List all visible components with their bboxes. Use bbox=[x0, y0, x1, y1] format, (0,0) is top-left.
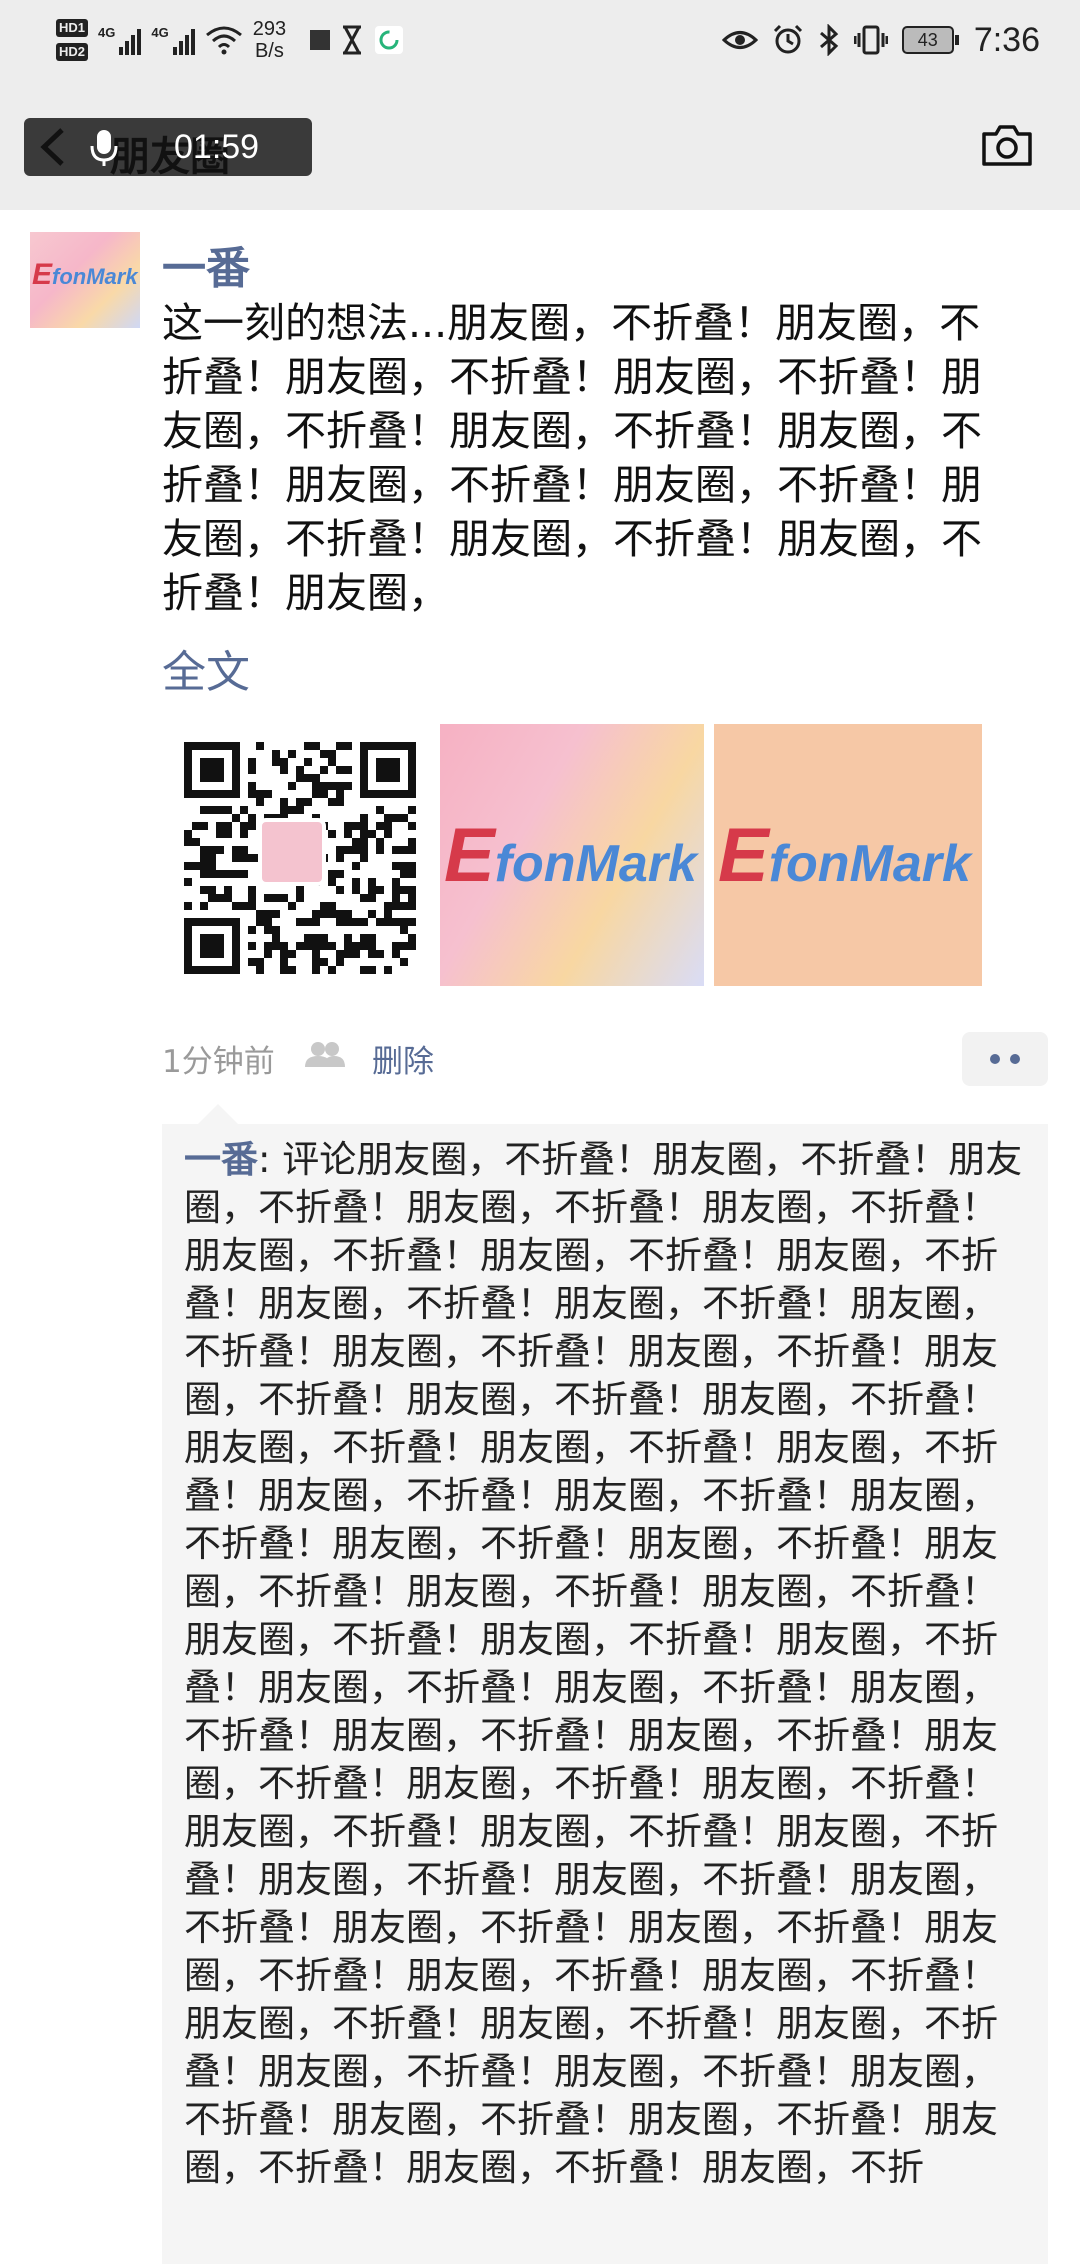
post-text: 这一刻的想法...朋友圈，不折叠！朋友圈，不折叠！朋友圈，不折叠！朋友圈，不折叠… bbox=[162, 299, 982, 617]
hd-indicators: HD1 HD2 bbox=[56, 19, 89, 61]
status-bar: HD1 HD2 4G 4G 293 B/s 43 7:36 bbox=[0, 0, 1080, 80]
hd1-badge: HD1 bbox=[56, 19, 89, 37]
battery-indicator: 43 bbox=[901, 26, 959, 54]
wifi-icon bbox=[205, 26, 242, 55]
post-image-logo-2[interactable]: EfonMark bbox=[714, 724, 982, 986]
back-button[interactable]: 朋友圈 01:59 bbox=[24, 118, 312, 180]
notification-square-icon bbox=[310, 30, 331, 50]
hourglass-icon bbox=[343, 25, 362, 55]
post-author[interactable]: 一番 bbox=[162, 232, 250, 296]
eye-icon bbox=[721, 31, 758, 49]
comment-item[interactable]: 一番: 评论朋友圈，不折叠！朋友圈，不折叠！朋友圈，不折叠！朋友圈，不折叠！朋友… bbox=[162, 1124, 1048, 2192]
network-type-2: 4G bbox=[151, 25, 169, 40]
comment-separator: : bbox=[258, 1138, 283, 1181]
more-button[interactable] bbox=[962, 1032, 1048, 1086]
avatar[interactable]: EfonMark bbox=[30, 232, 140, 328]
network-speed-value: 293 bbox=[252, 18, 287, 40]
nav-bar: 朋友圈 01:59 bbox=[0, 80, 1080, 210]
alarm-icon bbox=[773, 24, 802, 54]
voice-timer: 01:59 bbox=[174, 128, 260, 166]
post-image-logo-1[interactable]: EfonMark bbox=[440, 724, 704, 986]
status-time: 7:36 bbox=[973, 20, 1040, 59]
battery-level: 43 bbox=[917, 29, 938, 50]
network-speed-unit: B/s bbox=[254, 40, 284, 62]
image-logo-2: EfonMark bbox=[718, 813, 971, 898]
delete-button[interactable]: 删除 bbox=[372, 1036, 434, 1081]
image-logo-1: EfonMark bbox=[444, 813, 697, 898]
signal-1-icon: 4G bbox=[98, 25, 142, 55]
hd2-badge: HD2 bbox=[56, 43, 89, 61]
chevron-left-icon[interactable] bbox=[34, 126, 74, 168]
people-icon[interactable] bbox=[304, 1040, 346, 1068]
comment-section: 一番: 评论朋友圈，不折叠！朋友圈，不折叠！朋友圈，不折叠！朋友圈，不折叠！朋友… bbox=[162, 1104, 1048, 2264]
more-dots-icon bbox=[990, 1054, 1000, 1064]
comment-text: 评论朋友圈，不折叠！朋友圈，不折叠！朋友圈，不折叠！朋友圈，不折叠！朋友圈，不折… bbox=[184, 1138, 1023, 2189]
microphone-icon[interactable] bbox=[90, 128, 118, 168]
network-type-1: 4G bbox=[98, 25, 116, 40]
bluetooth-icon bbox=[819, 24, 839, 56]
post-time: 1分钟前 bbox=[162, 1044, 275, 1080]
qr-code-image bbox=[182, 740, 418, 974]
network-speed: 293 B/s bbox=[253, 18, 286, 62]
avatar-logo: EfonMark bbox=[32, 258, 138, 291]
post-images: EfonMark EfonMark bbox=[172, 724, 982, 986]
camera-icon[interactable] bbox=[980, 122, 1034, 168]
full-text-link[interactable]: 全文 bbox=[162, 636, 250, 700]
sync-icon bbox=[375, 26, 404, 54]
comment-author[interactable]: 一番 bbox=[184, 1138, 258, 1181]
signal-2-icon: 4G bbox=[151, 25, 195, 55]
vibrate-icon bbox=[853, 25, 888, 55]
post-image-qr-code[interactable] bbox=[172, 724, 436, 986]
